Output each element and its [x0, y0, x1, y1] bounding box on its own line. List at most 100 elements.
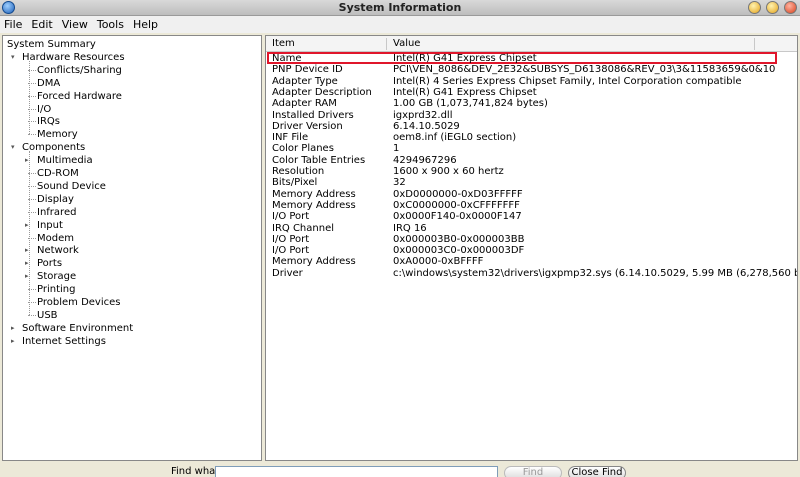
tree-item-usb[interactable]: USB — [37, 309, 58, 322]
value-cell: 6.14.10.5029 — [393, 120, 460, 132]
details-list[interactable]: Item Value Name Intel(R) G41 Express Chip… — [265, 35, 798, 461]
menu-bar: File Edit View Tools Help — [0, 16, 800, 33]
window-title: System Information — [338, 1, 462, 14]
table-row[interactable]: Memory Address 0xD0000000-0xD03FFFFF — [266, 189, 797, 200]
tree-item-internet-settings[interactable]: Internet Settings — [22, 335, 106, 348]
collapse-icon[interactable]: ▾ — [11, 144, 18, 151]
item-column-header[interactable]: Item — [272, 38, 295, 49]
item-cell: Adapter Description — [272, 86, 372, 98]
title-bar: System Information — [0, 0, 800, 16]
item-cell: Driver Version — [272, 120, 343, 132]
tree-item-components[interactable]: Components — [22, 141, 85, 154]
value-cell: 0x0000F140-0x0000F147 — [393, 211, 522, 223]
tree-item-conflicts-sharing[interactable]: Conflicts/Sharing — [37, 64, 122, 77]
close-button[interactable] — [784, 1, 797, 14]
expand-icon[interactable]: ▸ — [11, 337, 18, 345]
tree-item-input[interactable]: Input — [37, 219, 63, 232]
table-row[interactable]: Driver Version 6.14.10.5029 — [266, 121, 797, 132]
tree-item-memory[interactable]: Memory — [37, 128, 78, 141]
find-input[interactable] — [215, 466, 498, 477]
table-row[interactable]: Resolution 1600 x 900 x 60 hertz — [266, 166, 797, 177]
menu-view[interactable]: View — [58, 16, 93, 33]
tree-item-dma[interactable]: DMA — [37, 77, 60, 90]
tree-item-network[interactable]: Network — [37, 244, 79, 257]
tree-item-storage[interactable]: Storage — [37, 270, 76, 283]
item-cell: Memory Address — [272, 256, 356, 268]
value-cell: 1 — [393, 143, 400, 155]
value-cell: igxprd32.dll — [393, 109, 453, 121]
list-header: Item Value — [266, 36, 797, 52]
item-cell: INF File — [272, 132, 309, 144]
value-cell: 0xA0000-0xBFFFF — [393, 256, 484, 268]
tree-item-display[interactable]: Display — [37, 193, 74, 206]
tree-item-i-o[interactable]: I/O — [37, 103, 51, 116]
tree-item-infrared[interactable]: Infrared — [37, 206, 76, 219]
value-column-header[interactable]: Value — [393, 38, 420, 49]
table-row[interactable]: I/O Port 0x000003C0-0x000003DF — [266, 245, 797, 256]
value-cell: Intel(R) G41 Express Chipset — [393, 53, 537, 64]
maximize-button[interactable] — [766, 1, 779, 14]
table-row[interactable]: Adapter Description Intel(R) G41 Express … — [266, 87, 797, 98]
table-row[interactable]: Color Planes 1 — [266, 143, 797, 154]
table-row[interactable]: Bits/Pixel 32 — [266, 177, 797, 188]
table-row[interactable]: PNP Device ID PCI\VEN_8086&DEV_2E32&SUBSY… — [266, 64, 797, 75]
item-cell: Adapter Type — [272, 75, 338, 87]
table-row[interactable]: IRQ Channel IRQ 16 — [266, 223, 797, 234]
item-cell: Bits/Pixel — [272, 177, 318, 189]
table-row[interactable]: Name Intel(R) G41 Express Chipset — [266, 53, 797, 64]
menu-tools[interactable]: Tools — [93, 16, 129, 33]
value-cell: 1600 x 900 x 60 hertz — [393, 166, 504, 177]
item-cell: PNP Device ID — [272, 64, 343, 76]
category-tree[interactable]: System Summary ▾ Hardware Resources Conflic… — [2, 35, 262, 461]
collapse-icon[interactable]: ▾ — [11, 53, 18, 61]
value-cell: 0x000003C0-0x000003DF — [393, 245, 525, 257]
item-cell: Adapter RAM — [272, 98, 337, 110]
menu-file[interactable]: File — [0, 16, 27, 33]
table-row[interactable]: Driver c:\windows\system32\drivers\igxpmp… — [266, 268, 797, 279]
table-row[interactable]: Adapter RAM 1.00 GB (1,073,741,824 bytes) — [266, 98, 797, 109]
table-row[interactable]: Installed Drivers igxprd32.dll — [266, 110, 797, 121]
value-cell: Intel(R) 4 Series Express Chipset Family… — [393, 75, 742, 87]
tree-item-system-summary[interactable]: System Summary — [7, 38, 96, 51]
table-row[interactable]: Color Table Entries 4294967296 — [266, 155, 797, 166]
tree-item-software-environment[interactable]: Software Environment — [22, 322, 133, 335]
table-row[interactable]: INF File oem8.inf (iEGL0 section) — [266, 132, 797, 143]
column-divider[interactable] — [386, 38, 387, 50]
column-divider[interactable] — [754, 38, 755, 50]
menu-help[interactable]: Help — [129, 16, 163, 33]
table-row[interactable]: I/O Port 0x000003B0-0x000003BB — [266, 234, 797, 245]
tree-item-hardware-resources[interactable]: Hardware Resources — [22, 51, 125, 64]
tree-connector-icon — [28, 134, 36, 136]
tree-item-sound-device[interactable]: Sound Device — [37, 180, 106, 193]
find-bar: Find what: Find Close Find — [0, 462, 800, 477]
minimize-button[interactable] — [748, 1, 761, 14]
tree-item-cd-rom[interactable]: CD-ROM — [37, 167, 79, 180]
table-row[interactable]: I/O Port 0x0000F140-0x0000F147 — [266, 211, 797, 222]
table-row[interactable]: Memory Address 0xC0000000-0xCFFFFFFF — [266, 200, 797, 211]
menu-edit[interactable]: Edit — [27, 16, 57, 33]
value-cell: PCI\VEN_8086&DEV_2E32&SUBSYS_D6138086&RE… — [393, 64, 776, 76]
tree-item-irqs[interactable]: IRQs — [37, 115, 60, 128]
item-cell: Installed Drivers — [272, 109, 354, 121]
tree-item-problem-devices[interactable]: Problem Devices — [37, 296, 120, 309]
tree-item-ports[interactable]: Ports — [37, 257, 62, 270]
tree-item-modem[interactable]: Modem — [37, 232, 74, 245]
table-row[interactable]: Adapter Type Intel(R) 4 Series Express Ch… — [266, 76, 797, 87]
tree-item-multimedia[interactable]: Multimedia — [37, 154, 93, 167]
expand-icon[interactable]: ▸ — [11, 324, 18, 332]
close-find-button[interactable]: Close Find — [568, 466, 626, 477]
item-cell: Name — [272, 53, 302, 64]
tree-item-forced-hardware[interactable]: Forced Hardware — [37, 90, 122, 103]
value-cell: 0xD0000000-0xD03FFFFF — [393, 188, 523, 200]
table-row[interactable]: Memory Address 0xA0000-0xBFFFF — [266, 256, 797, 267]
item-cell: I/O Port — [272, 233, 310, 245]
item-cell: IRQ Channel — [272, 222, 335, 234]
item-cell: I/O Port — [272, 211, 310, 223]
item-cell: Memory Address — [272, 188, 356, 200]
value-cell: 4294967296 — [393, 154, 457, 166]
item-cell: Color Table Entries — [272, 154, 366, 166]
find-button[interactable]: Find — [504, 466, 562, 477]
value-cell: 1.00 GB (1,073,741,824 bytes) — [393, 98, 548, 110]
value-cell: oem8.inf (iEGL0 section) — [393, 132, 517, 144]
tree-item-printing[interactable]: Printing — [37, 283, 75, 296]
